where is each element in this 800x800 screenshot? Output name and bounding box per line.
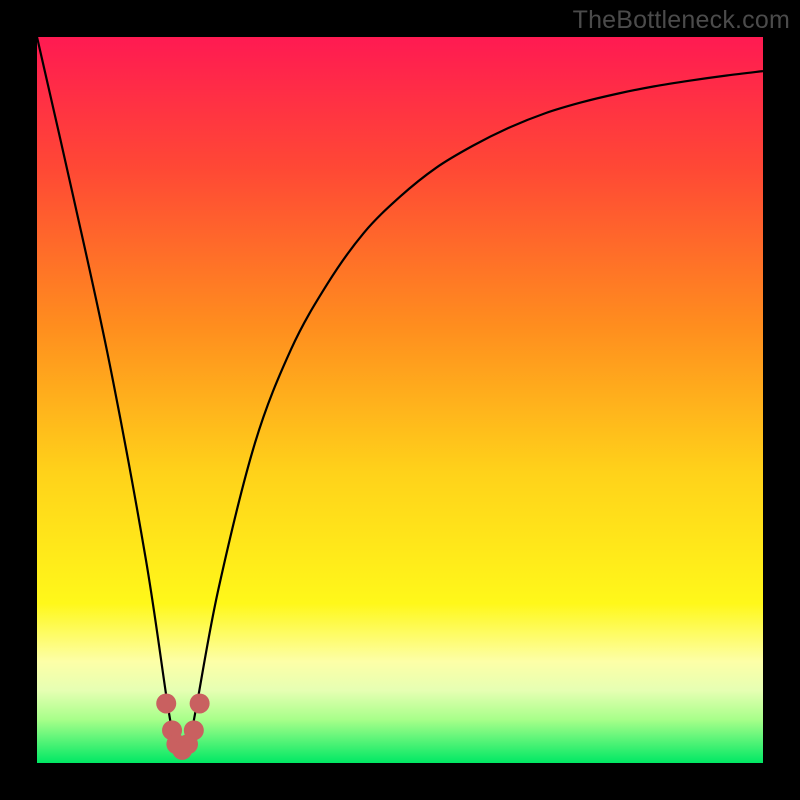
chart-background — [37, 37, 763, 763]
plot-area — [37, 37, 763, 763]
chart-marker — [184, 720, 204, 740]
watermark-text: TheBottleneck.com — [573, 6, 790, 35]
chart-frame: TheBottleneck.com — [0, 0, 800, 800]
chart-svg — [37, 37, 763, 763]
chart-marker — [190, 693, 210, 713]
chart-marker — [156, 693, 176, 713]
